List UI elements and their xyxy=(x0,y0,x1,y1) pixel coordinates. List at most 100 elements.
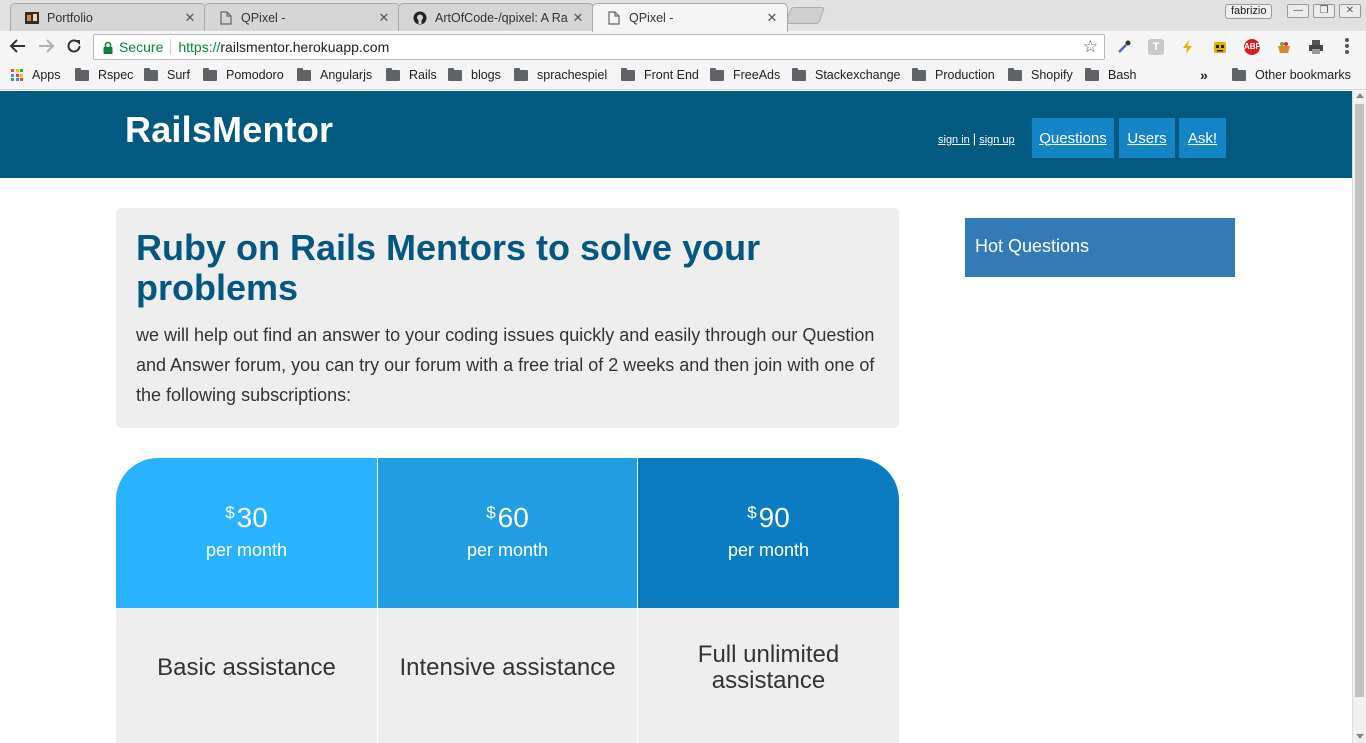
folder-icon xyxy=(792,67,806,81)
close-tab-icon[interactable]: ✕ xyxy=(571,10,585,26)
sign-in-link[interactable]: sign in xyxy=(938,134,970,146)
bookmark-apps[interactable]: Apps xyxy=(11,68,61,82)
folder-icon xyxy=(386,67,400,81)
plan-feature-unlimited: Full unlimited assistance xyxy=(638,608,899,743)
scrollbar-thumb[interactable] xyxy=(1355,104,1364,697)
plan-period: per month xyxy=(727,540,810,560)
tab-title: QPixel - xyxy=(629,11,674,25)
bookmark-folder-surf[interactable]: Surf xyxy=(144,67,190,82)
tab-portfolio[interactable]: Portfolio ✕ xyxy=(10,3,206,31)
forward-arrow-icon[interactable] xyxy=(36,37,56,57)
abp-icon[interactable]: ABP xyxy=(1244,39,1261,55)
plan-price-intensive[interactable]: $60 per month xyxy=(377,458,638,608)
tab-title: ArtOfCode-/qpixel: A Ra xyxy=(435,10,568,25)
robot-icon[interactable] xyxy=(1212,39,1228,55)
folder-icon xyxy=(912,67,926,81)
folder-icon xyxy=(448,67,462,81)
price-value: 30 xyxy=(236,502,268,533)
currency-symbol: $ xyxy=(747,503,757,522)
tab-strip: Portfolio ✕ QPixel - ✕ ArtOfCode-/qpixel… xyxy=(0,0,1366,32)
hero-description: we will help out find an answer to your … xyxy=(136,325,875,405)
tab-qpixel-1[interactable]: QPixel - ✕ xyxy=(204,3,400,31)
basket-icon[interactable] xyxy=(1276,39,1292,55)
folder-icon xyxy=(1008,67,1022,81)
bookmark-folder-sprachespiel[interactable]: sprachespiel xyxy=(514,67,607,82)
auth-separator: | xyxy=(972,131,977,146)
plan-amount: $60 xyxy=(377,502,638,534)
maximize-icon[interactable]: ❐ xyxy=(1313,4,1335,18)
plan-amount: $90 xyxy=(638,502,899,534)
bookmark-folder-pomodoro[interactable]: Pomodoro xyxy=(203,67,284,82)
folder-icon xyxy=(297,67,311,81)
bookmarks-bar: Apps Rspec Surf Pomodoro Angularjs Rails… xyxy=(0,63,1366,90)
bookmark-folder-shopify[interactable]: Shopify xyxy=(1008,67,1073,82)
printer-icon[interactable] xyxy=(1308,39,1324,55)
bookmark-folder-rspec[interactable]: Rspec xyxy=(75,67,133,82)
nav-ask[interactable]: Ask! xyxy=(1179,118,1226,158)
bookmark-folder-blogs[interactable]: blogs xyxy=(448,67,501,82)
bookmark-folder-stackexchange[interactable]: Stackexchange xyxy=(792,67,901,82)
site-logo[interactable]: RailsMentor xyxy=(125,109,333,151)
reload-icon[interactable] xyxy=(64,37,84,57)
close-window-icon[interactable]: ✕ xyxy=(1339,4,1361,18)
bookmark-label: blogs xyxy=(471,68,501,82)
page-icon xyxy=(219,10,233,25)
nav-users[interactable]: Users xyxy=(1119,118,1175,158)
bookmark-label: Rails xyxy=(409,68,437,82)
auth-links: sign in | sign up xyxy=(938,131,1015,146)
plan-price-basic[interactable]: $30 per month xyxy=(116,458,377,608)
close-tab-icon[interactable]: ✕ xyxy=(377,10,391,26)
bookmark-folder-production[interactable]: Production xyxy=(912,67,995,82)
hot-questions-title: Hot Questions xyxy=(975,236,1090,256)
page-icon xyxy=(607,11,621,25)
tab-qpixel-active[interactable]: QPixel - ✕ xyxy=(592,3,788,32)
folder-icon xyxy=(621,67,635,81)
eyedropper-icon[interactable] xyxy=(1116,39,1132,55)
browser-toolbar: Secure https://railsmentor.herokuapp.com… xyxy=(0,31,1366,63)
bookmarks-overflow-icon[interactable]: » xyxy=(1200,67,1208,83)
bookmark-folder-bash[interactable]: Bash xyxy=(1085,67,1137,82)
scroll-up-icon[interactable] xyxy=(1356,93,1364,98)
tab-github[interactable]: ArtOfCode-/qpixel: A Ra ✕ xyxy=(398,3,594,31)
page-scrollbar[interactable] xyxy=(1352,91,1366,743)
lock-icon xyxy=(103,41,113,54)
bookmark-folder-rails[interactable]: Rails xyxy=(386,67,437,82)
folder-icon xyxy=(1085,67,1099,81)
portfolio-favicon-icon xyxy=(25,11,39,25)
close-tab-icon[interactable]: ✕ xyxy=(183,10,197,26)
browser-menu-icon[interactable] xyxy=(1345,38,1349,56)
divider xyxy=(170,39,172,55)
bookmark-label: Stackexchange xyxy=(815,68,901,82)
lightning-icon[interactable] xyxy=(1180,39,1196,55)
minimize-icon[interactable]: — xyxy=(1287,4,1309,18)
sign-up-link[interactable]: sign up xyxy=(979,134,1014,146)
folder-icon xyxy=(514,67,528,81)
nav-questions[interactable]: Questions xyxy=(1032,118,1114,158)
plan-feature-intensive: Intensive assistance xyxy=(377,608,638,743)
profile-button[interactable]: fabrizio xyxy=(1225,4,1273,19)
secure-label: Secure xyxy=(119,39,164,55)
bookmark-label: FreeAds xyxy=(733,68,781,82)
new-tab-button[interactable] xyxy=(784,7,826,24)
bookmark-label: Production xyxy=(935,68,995,82)
plan-amount: $30 xyxy=(116,502,377,534)
back-arrow-icon[interactable] xyxy=(8,37,28,57)
t-icon[interactable]: T xyxy=(1148,39,1164,55)
folder-icon xyxy=(1232,67,1246,81)
scroll-down-icon[interactable] xyxy=(1356,734,1364,739)
bookmark-folder-freeads[interactable]: FreeAds xyxy=(710,67,781,82)
bookmark-folder-angularjs[interactable]: Angularjs xyxy=(297,67,372,82)
plan-price-unlimited[interactable]: $90 per month xyxy=(638,458,899,608)
bookmark-folder-front-end[interactable]: Front End xyxy=(621,67,699,82)
price-value: 60 xyxy=(497,502,529,533)
currency-symbol: $ xyxy=(225,503,235,522)
bookmark-label: Shopify xyxy=(1031,68,1073,82)
bookmark-star-icon[interactable]: ☆ xyxy=(1083,37,1098,57)
bookmark-label: Front End xyxy=(644,68,699,82)
close-tab-icon[interactable]: ✕ xyxy=(765,10,779,26)
bookmark-folder-other[interactable]: Other bookmarks xyxy=(1232,67,1351,82)
address-bar[interactable]: Secure https://railsmentor.herokuapp.com… xyxy=(93,34,1105,60)
tab-title: Portfolio xyxy=(47,10,93,25)
currency-symbol: $ xyxy=(486,503,496,522)
hero-heading: Ruby on Rails Mentors to solve your prob… xyxy=(136,227,761,308)
